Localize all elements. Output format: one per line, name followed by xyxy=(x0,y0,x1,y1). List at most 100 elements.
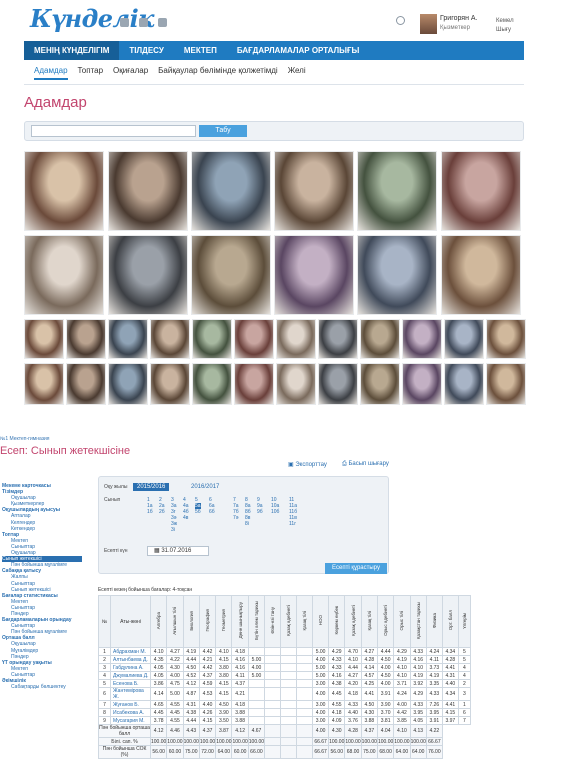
column-header[interactable]: Көркем еңбек xyxy=(328,595,346,648)
person-photo[interactable] xyxy=(274,151,354,231)
column-header[interactable]: Қазақ әдебиеті xyxy=(344,595,362,648)
column-header[interactable]: № xyxy=(98,595,111,648)
person-photo[interactable] xyxy=(24,151,104,231)
class-option[interactable]: 4в xyxy=(183,515,188,521)
person-photo[interactable] xyxy=(24,363,64,405)
person-photo[interactable] xyxy=(24,319,64,359)
tab-people[interactable]: Адамдар xyxy=(34,66,68,80)
person-photo[interactable] xyxy=(444,319,484,359)
nav-chat[interactable]: ТІЛДЕСУ xyxy=(119,41,173,60)
person-photo[interactable] xyxy=(318,363,358,405)
class-option[interactable]: 8і xyxy=(245,521,249,527)
person-photo[interactable] xyxy=(108,151,188,231)
person-photo[interactable] xyxy=(108,363,148,405)
search-icon[interactable] xyxy=(396,16,405,25)
column-header[interactable]: Қазақ тілі xyxy=(296,595,314,648)
tab-network[interactable]: Желі xyxy=(288,66,306,80)
column-header[interactable]: Бүтін әлем тарихы xyxy=(247,595,266,648)
class-option[interactable]: 10б xyxy=(271,509,279,515)
column-header[interactable]: НОО xyxy=(312,595,330,648)
person-photo[interactable] xyxy=(192,363,232,405)
sidebar-item[interactable]: Сабақтарды бөлшектеу xyxy=(2,684,82,690)
column-header[interactable]: Алгебра xyxy=(149,595,168,648)
student-name[interactable]: Джумалиева Д. xyxy=(110,671,151,680)
column-header[interactable]: Геометрия xyxy=(215,595,233,648)
student-name[interactable]: Мусагария М. xyxy=(110,716,151,725)
build-report-button[interactable]: Есепті құрастыру xyxy=(325,563,387,574)
person-photo[interactable] xyxy=(192,319,232,359)
student-name[interactable]: Габдулина А. xyxy=(110,663,151,672)
person-photo[interactable] xyxy=(66,363,106,405)
person-photo[interactable] xyxy=(360,319,400,359)
year-option[interactable]: 2016/2017 xyxy=(187,483,223,491)
person-photo[interactable] xyxy=(150,319,190,359)
column-header[interactable]: Үлгерім xyxy=(457,595,471,648)
person-photo[interactable] xyxy=(402,319,442,359)
person-photo[interactable] xyxy=(444,363,484,405)
breadcrumb[interactable]: №1 Мектеп-гимназия xyxy=(0,436,50,442)
person-photo[interactable] xyxy=(191,151,271,231)
column-header[interactable]: Ағылшын тілі xyxy=(166,595,184,648)
print-link[interactable]: ⎙ Басып шығару xyxy=(342,461,389,468)
person-photo[interactable] xyxy=(234,319,274,359)
person-photo[interactable] xyxy=(150,363,190,405)
export-link[interactable]: ▣ Экспорттау xyxy=(288,461,327,468)
person-photo[interactable] xyxy=(274,235,354,315)
class-option[interactable]: 2б xyxy=(159,509,165,515)
person-photo[interactable] xyxy=(360,363,400,405)
class-option[interactable]: 9б xyxy=(257,509,263,515)
class-option[interactable]: 11г xyxy=(289,521,296,527)
student-name[interactable]: Жантемірова Ж. xyxy=(110,687,151,701)
column-header[interactable]: Қазақ әдебиеті xyxy=(280,595,298,648)
column-header[interactable]: Орыс тілі xyxy=(393,595,411,648)
tab-events[interactable]: Оқиғалар xyxy=(113,66,148,80)
search-input[interactable] xyxy=(31,125,196,137)
person-photo[interactable] xyxy=(357,235,437,315)
avatar[interactable] xyxy=(420,14,437,34)
column-header[interactable]: Аты-жөні xyxy=(110,595,151,648)
person-photo[interactable] xyxy=(318,319,358,359)
nav-school[interactable]: МЕКТЕП xyxy=(174,41,227,60)
class-option[interactable]: 6б xyxy=(209,509,215,515)
person-photo[interactable] xyxy=(441,235,521,315)
person-photo[interactable] xyxy=(108,235,188,315)
person-photo[interactable] xyxy=(276,363,316,405)
column-header[interactable]: Қазақстан тарихы xyxy=(409,595,427,648)
nav-apps[interactable]: БАҒДАРЛАМАЛАР ОРТАЛЫҒЫ xyxy=(227,41,369,60)
class-option[interactable]: 3і xyxy=(171,527,175,533)
column-header[interactable]: Физика xyxy=(425,595,443,648)
person-photo[interactable] xyxy=(108,319,148,359)
person-photo[interactable] xyxy=(191,235,271,315)
person-photo[interactable] xyxy=(402,363,442,405)
user-name[interactable]: Григорян А. xyxy=(440,15,478,22)
class-option[interactable]: 1б xyxy=(147,509,153,515)
student-name[interactable]: Есенова Б. xyxy=(110,679,151,688)
column-header[interactable]: Қазақ тілі xyxy=(360,595,378,648)
student-name[interactable]: Жуғанов Б. xyxy=(110,700,151,709)
tab-groups[interactable]: Топтар xyxy=(78,66,104,80)
logout-link[interactable]: Шығу xyxy=(496,26,514,35)
report-date-input[interactable]: ▦ 31.07.2016 xyxy=(147,546,209,556)
person-photo[interactable] xyxy=(486,319,526,359)
person-photo[interactable] xyxy=(441,151,521,231)
student-name[interactable]: Абдрахман М. xyxy=(110,647,151,656)
nav-my-diary[interactable]: МЕНІҢ КҮНДЕЛІГІМ xyxy=(24,41,120,60)
help-link[interactable]: Кемел xyxy=(496,17,514,26)
person-photo[interactable] xyxy=(276,319,316,359)
person-photo[interactable] xyxy=(234,363,274,405)
student-name[interactable]: Исабекова А. xyxy=(110,708,151,717)
person-photo[interactable] xyxy=(66,319,106,359)
column-header[interactable]: Биология xyxy=(182,595,200,648)
search-button[interactable]: Табу xyxy=(199,125,247,137)
class-option[interactable]: 7ә xyxy=(233,515,239,521)
column-header[interactable]: Орыс әдебиеті xyxy=(376,595,395,648)
person-photo[interactable] xyxy=(357,151,437,231)
column-header[interactable]: Өзін-өзі тану xyxy=(264,595,282,648)
person-photo[interactable] xyxy=(24,235,104,315)
student-name[interactable]: Алтынбаева Д. xyxy=(110,655,151,664)
messages-icon[interactable] xyxy=(120,18,129,27)
person-photo[interactable] xyxy=(486,363,526,405)
notifications-icon[interactable] xyxy=(158,18,167,27)
tab-contests[interactable]: Байқаулар бөлімінде қолжетімді xyxy=(158,66,278,80)
column-header[interactable]: Орт. балл xyxy=(441,595,459,648)
